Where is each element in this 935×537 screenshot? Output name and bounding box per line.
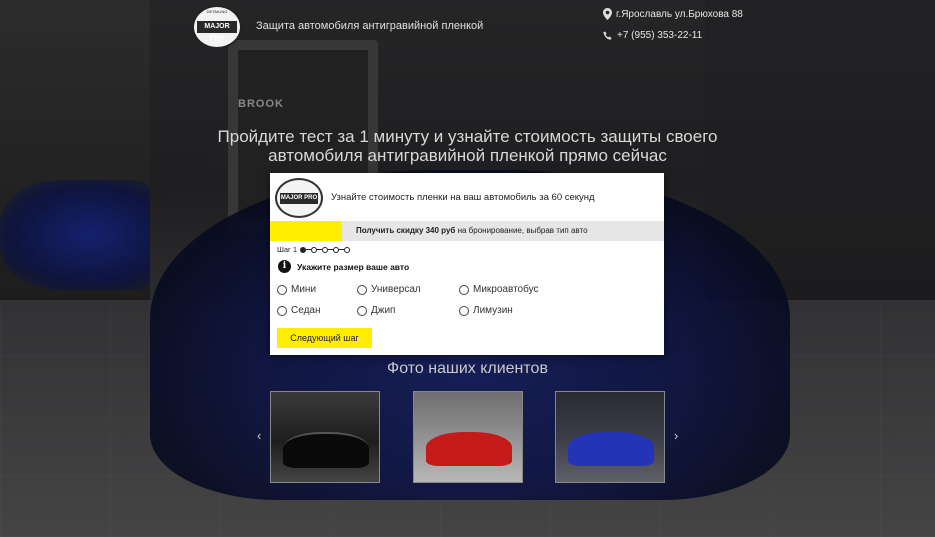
radio-minibus[interactable] xyxy=(459,284,469,295)
gallery-photo-2[interactable] xyxy=(413,391,523,483)
option-label: Лимузин xyxy=(473,305,513,316)
logo-text: MAJOR PRO xyxy=(197,21,237,42)
radio-sedan[interactable] xyxy=(277,305,287,316)
option-universal[interactable]: Универсал xyxy=(357,284,421,295)
discount-text: Получить скидку 340 руб на бронирование,… xyxy=(356,226,588,235)
option-limousine[interactable]: Лимузин xyxy=(459,305,513,316)
blue-car-image xyxy=(568,432,654,466)
quiz-title: Узнайте стоимость пленки на ваш автомоби… xyxy=(331,192,595,203)
radio-universal[interactable] xyxy=(357,284,367,295)
option-label: Универсал xyxy=(371,284,421,295)
radio-jeep[interactable] xyxy=(357,305,367,316)
question-text: Укажите размер ваше авто xyxy=(297,261,410,272)
discount-banner: Получить скидку 340 руб на бронирование,… xyxy=(270,221,664,241)
gallery-prev-arrow[interactable]: ‹ xyxy=(257,428,261,443)
gallery-photo-3[interactable] xyxy=(555,391,665,483)
option-label: Микроавтобус xyxy=(473,284,539,295)
step-label: Шаг 1 xyxy=(277,245,298,254)
hero-headline: Пройдите тест за 1 минуту и узнайте стои… xyxy=(217,127,718,165)
option-mini[interactable]: Мини xyxy=(277,284,316,295)
quiz-logo-text: MAJOR PRO xyxy=(280,192,318,204)
black-car-image xyxy=(283,432,369,468)
option-sedan[interactable]: Седан xyxy=(277,305,320,316)
logo-arc-text: DETAILING xyxy=(206,9,228,14)
step-indicator: Шаг 1 xyxy=(277,245,351,254)
option-label: Джип xyxy=(371,305,396,316)
option-label: Мини xyxy=(291,284,317,295)
gallery-photo-1[interactable] xyxy=(270,391,380,483)
gallery-next-arrow[interactable]: › xyxy=(674,428,678,443)
site-tagline: Защита автомобиля антигравийной пленкой xyxy=(256,20,484,32)
discount-progress-bar xyxy=(270,221,342,241)
next-step-button[interactable]: Следующий шаг xyxy=(277,328,372,348)
phone[interactable]: +7 (955) 353-22-11 xyxy=(603,30,702,41)
gallery-title: Фото наших клиентов xyxy=(387,360,548,377)
address-text: г.Ярославль ул.Брюхова 88 xyxy=(616,8,743,20)
site-logo[interactable]: DETAILING MAJOR PRO xyxy=(192,5,242,49)
quiz-logo: MAJOR PRO xyxy=(275,178,323,218)
radio-limousine[interactable] xyxy=(459,305,469,316)
location-pin-icon xyxy=(603,8,612,20)
address: г.Ярославль ул.Брюхова 88 xyxy=(603,8,743,20)
step-dots xyxy=(300,246,351,253)
option-minibus[interactable]: Микроавтобус xyxy=(459,284,539,295)
option-label: Седан xyxy=(291,305,321,316)
phone-text[interactable]: +7 (955) 353-22-11 xyxy=(617,30,702,41)
quiz-modal: MAJOR PRO Узнайте стоимость пленки на ва… xyxy=(270,173,664,355)
radio-mini[interactable] xyxy=(277,284,287,295)
phone-icon xyxy=(603,31,612,40)
discount-bold: Получить скидку 340 руб xyxy=(356,226,456,235)
red-car-image xyxy=(426,432,512,466)
step-dot-5 xyxy=(344,246,351,253)
quiz-question: i Укажите размер ваше авто xyxy=(278,260,409,273)
discount-rest: на бронирование, выбрав тип авто xyxy=(455,226,588,235)
option-jeep[interactable]: Джип xyxy=(357,305,395,316)
info-icon: i xyxy=(278,260,291,273)
